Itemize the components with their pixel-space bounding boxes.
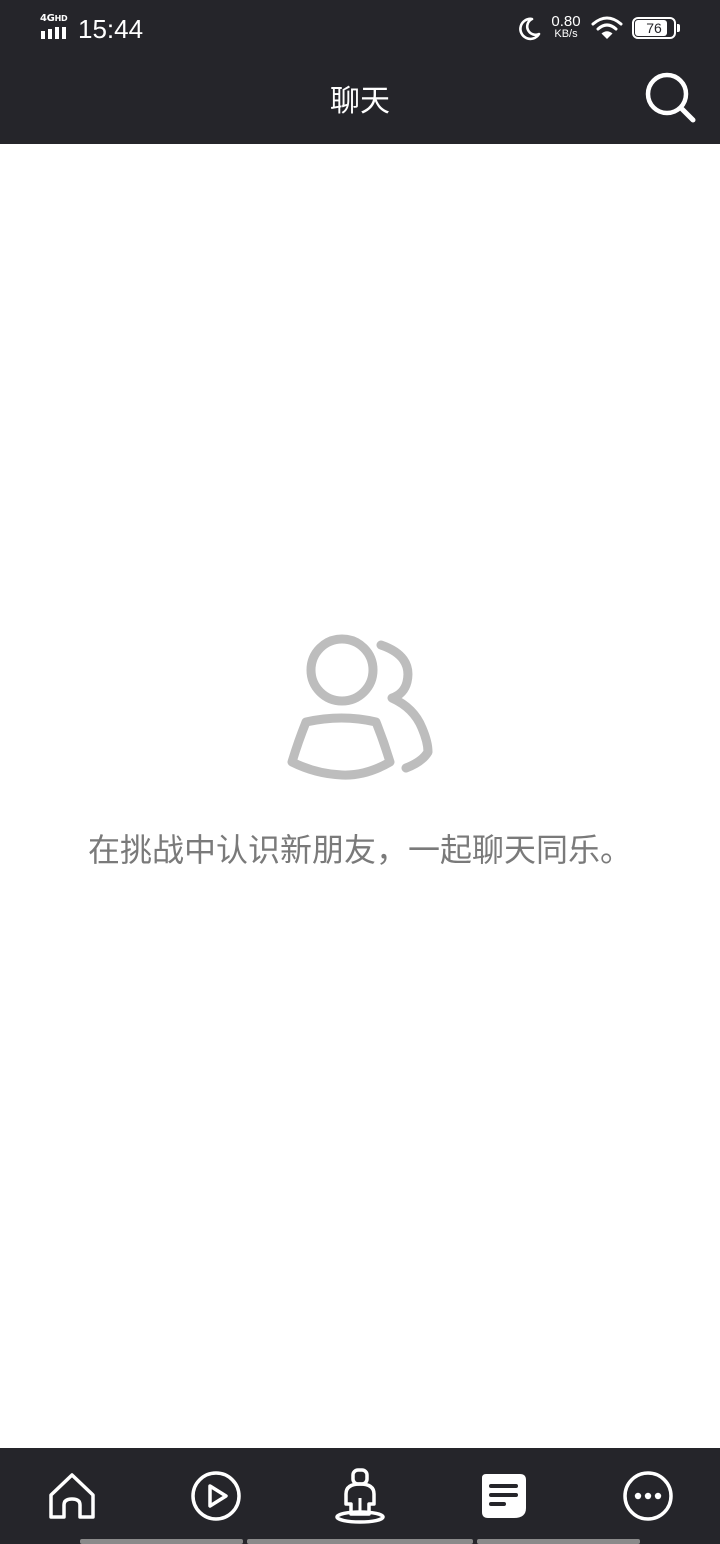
page-title: 聊天 xyxy=(330,84,390,119)
search-button[interactable] xyxy=(640,68,700,128)
tab-challenge[interactable] xyxy=(288,1448,432,1544)
status-bar: 4GHD 15:44 0.80 KB/s 76 xyxy=(0,0,720,58)
battery-icon: 76 xyxy=(632,17,680,39)
network-hd: HD xyxy=(54,14,68,23)
people-icon xyxy=(287,634,433,780)
more-icon xyxy=(623,1471,673,1521)
gesture-bar-right[interactable] xyxy=(477,1539,640,1544)
wifi-icon xyxy=(591,16,623,39)
network-type: 4G xyxy=(40,13,55,24)
search-icon xyxy=(645,72,696,123)
tab-video[interactable] xyxy=(144,1448,288,1544)
tab-bar xyxy=(0,1448,720,1544)
empty-state-message: 在挑战中认识新朋友，一起聊天同乐。 xyxy=(87,831,632,869)
moon-icon xyxy=(519,17,541,41)
signal-icon: 4GHD xyxy=(40,14,72,40)
empty-state: 在挑战中认识新朋友，一起聊天同乐。 xyxy=(0,144,720,1448)
net-speed-unit: KB/s xyxy=(554,28,578,40)
battery-level: 76 xyxy=(646,20,662,36)
gesture-bar-center[interactable] xyxy=(247,1539,473,1544)
chat-icon xyxy=(482,1474,526,1518)
net-speed-value: 0.80 xyxy=(551,13,581,30)
gesture-bar-left[interactable] xyxy=(80,1539,243,1544)
header: 聊天 xyxy=(0,58,720,144)
clock: 15:44 xyxy=(78,14,144,44)
play-icon xyxy=(191,1471,241,1521)
tab-home[interactable] xyxy=(0,1448,144,1544)
challenge-icon xyxy=(335,1468,385,1524)
home-icon xyxy=(49,1473,95,1519)
tab-more[interactable] xyxy=(576,1448,720,1544)
tab-chat[interactable] xyxy=(432,1448,576,1544)
net-speed: 0.80 KB/s xyxy=(546,14,586,40)
